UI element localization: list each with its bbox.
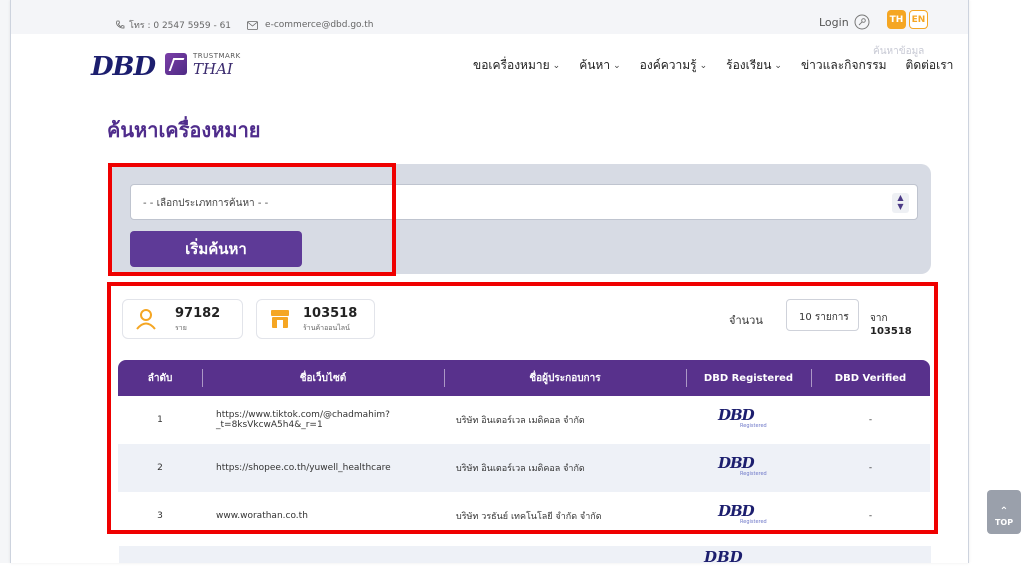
nav-item-complaint[interactable]: ร้องเรียน ⌄ [726, 56, 782, 75]
column-header-dbd-registered: DBD Registered [703, 372, 794, 384]
operator-name: บริษัท อินเตอร์เวล เมดิคอล จำกัด [456, 464, 585, 474]
chevron-down-icon: ⌄ [774, 60, 782, 71]
nav-item-label: องค์ความรู้ [639, 58, 697, 72]
phone-icon [116, 20, 125, 29]
chevron-up-icon: ⌃ [999, 505, 1009, 517]
dbd-badge-text: DBD [704, 548, 743, 566]
chevron-down-icon: ⌄ [699, 60, 708, 71]
shop-count-card: 103518 ร้านค้าออนไลน์ [256, 299, 375, 339]
page-title: ค้นหาเครื่องหมาย [107, 118, 261, 142]
column-header-website: ชื่อเว็บไซต์ [299, 372, 347, 384]
dbd-logo-text: DBD [91, 52, 156, 82]
table-row: 3 www.worathan.co.th บริษัท วรธันย์ เทคโ… [118, 492, 930, 540]
trustmark-logo-big-text: THAI [193, 60, 233, 78]
column-header-no: ลำดับ [147, 372, 173, 384]
chevron-down-icon: ⌄ [552, 60, 561, 71]
nav-item-knowledge[interactable]: องค์ความรู้ ⌄ [640, 56, 708, 75]
page-size-select[interactable]: 10 รายการ ⌄ [786, 299, 859, 331]
lang-en-button[interactable]: EN [909, 10, 928, 29]
total-prefix: จาก [870, 313, 888, 324]
total-count: จาก 103518 [870, 311, 931, 337]
dbd-registered-badge[interactable]: DBD Registered [718, 406, 767, 434]
trustmark-logo-icon [165, 53, 187, 75]
trustmark-logo-small-text: TRUSTMARK [193, 52, 241, 60]
results-table-header: ลำดับ ชื่อเว็บไซต์ ชื่อผู้ประกอบการ DBD … [118, 360, 930, 396]
select-arrows-icon: ▲ ▼ [892, 193, 909, 213]
nav-item-request-mark[interactable]: ขอเครื่องหมาย ⌄ [473, 56, 560, 75]
row-number: 3 [157, 511, 163, 521]
website-link[interactable]: www.worathan.co.th [216, 492, 426, 540]
nav-item-news[interactable]: ข่าวและกิจกรรม [801, 56, 887, 75]
shop-count-value: 103518 [303, 306, 358, 321]
dbd-badge-text: DBD [718, 454, 755, 472]
dbd-badge-sub: Registered [740, 471, 767, 477]
dbd-verified-value: - [868, 511, 873, 521]
start-search-button[interactable]: เริ่มค้นหา [130, 231, 302, 267]
nav-menu: ขอเครื่องหมาย ⌄ ค้นหา ⌄ องค์ความรู้ ⌄ ร้องเ… [473, 56, 953, 75]
nav-item-label: ขอเครื่องหมาย [473, 58, 550, 72]
user-count-card: 97182 ราย [122, 299, 243, 339]
left-gutter [0, 0, 10, 563]
shop-count-label: ร้านค้าออนไลน์ [303, 324, 350, 332]
website-link[interactable]: https://www.tiktok.com/@chadmahim?_t=8ks… [216, 396, 426, 444]
column-header-dbd-verified: DBD Verified [834, 372, 907, 384]
main-navbar: DBD TRUSTMARK THAI ค้นหาข้อมูล ขอเครื่อง… [11, 34, 968, 96]
search-type-select[interactable]: - - เลือกประเภทการค้นหา - - ▲ ▼ [130, 184, 918, 220]
table-row: 1 https://www.tiktok.com/@chadmahim?_t=8… [118, 396, 930, 444]
login-link[interactable]: Login [819, 14, 870, 30]
user-icon [136, 309, 156, 330]
contact-info: โทร : 0 2547 5959 - 61 e-commerce@dbd.go… [115, 18, 374, 32]
back-to-top-button[interactable]: ⌃ TOP [987, 490, 1021, 534]
table-row: 2 https://shopee.co.th/yuwell_healthcare… [118, 444, 930, 492]
dbd-badge-sub: Registered [740, 423, 767, 429]
dbd-registered-badge[interactable]: DBD Registered [718, 454, 767, 482]
nav-item-label: ค้นหา [579, 58, 611, 72]
key-icon [854, 14, 870, 30]
nav-item-label: ร้องเรียน [726, 58, 772, 72]
lang-th-button[interactable]: TH [887, 10, 906, 29]
nav-item-label: ข่าวและกิจกรรม [800, 58, 887, 72]
nav-item-contact[interactable]: ติดต่อเรา [906, 56, 954, 75]
dbd-verified-value: - [868, 463, 873, 473]
operator-name: บริษัท วรธันย์ เทคโนโลยี จำกัด จำกัด [456, 512, 602, 522]
email-link[interactable]: e-commerce@dbd.go.th [265, 20, 373, 30]
page-size-label: จำนวน [729, 314, 763, 327]
row-number: 1 [157, 415, 163, 425]
website-link[interactable]: https://shopee.co.th/yuwell_healthcare [216, 444, 426, 492]
back-to-top-label: TOP [994, 517, 1014, 527]
chevron-down-icon: ⌄ [842, 309, 850, 319]
dbd-verified-value: - [868, 415, 873, 425]
top-contact-bar: โทร : 0 2547 5959 - 61 e-commerce@dbd.go… [11, 0, 968, 34]
dbd-logo[interactable]: DBD [91, 52, 156, 82]
chevron-down-icon: ⌄ [613, 60, 621, 71]
results-panel: 97182 ราย 103518 ร้านค้าออนไลน์ จำนวน 10… [110, 283, 931, 563]
dbd-registered-badge[interactable]: DBD Registered [718, 502, 767, 530]
search-panel: - - เลือกประเภทการค้นหา - - ▲ ▼ เริ่มค้นห… [110, 164, 931, 274]
user-count-value: 97182 [175, 306, 221, 321]
nav-item-label: ติดต่อเรา [905, 58, 954, 72]
row-number: 2 [157, 463, 163, 473]
column-header-operator: ชื่อผู้ประกอบการ [529, 372, 601, 384]
dbd-badge-sub: Registered [740, 519, 767, 525]
shop-icon [271, 310, 289, 328]
phone-number: โทร : 0 2547 5959 - 61 [129, 21, 232, 31]
mail-icon [247, 20, 258, 30]
login-label: Login [819, 15, 849, 29]
user-count-label: ราย [175, 324, 187, 332]
total-value: 103518 [870, 326, 912, 337]
dbd-badge-text: DBD [718, 502, 755, 520]
page-size-value: 10 รายการ [799, 312, 849, 323]
operator-name: บริษัท อินเตอร์เวล เมดิคอล จำกัด [456, 416, 585, 426]
dbd-badge-text: DBD [718, 406, 755, 424]
table-row-partial: DBD [119, 546, 931, 566]
nav-item-search[interactable]: ค้นหา ⌄ [579, 56, 620, 75]
search-type-select-value: - - เลือกประเภทการค้นหา - - [143, 198, 269, 209]
